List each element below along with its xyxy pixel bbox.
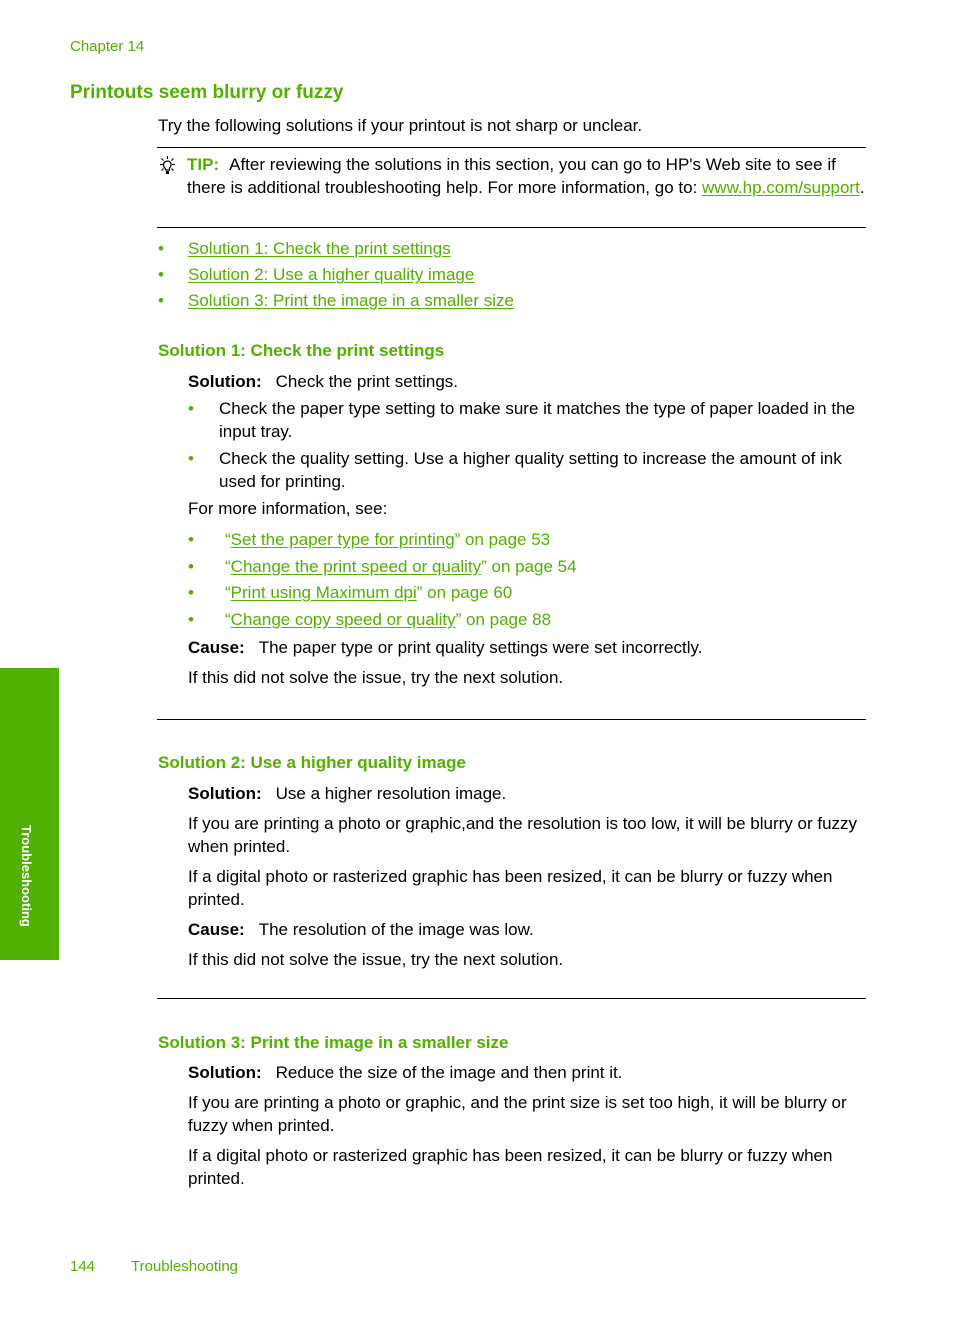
cause-text: The paper type or print quality settings… — [258, 638, 703, 657]
cause-text: The resolution of the image was low. — [258, 920, 534, 939]
solution-2-body: Solution: Use a higher resolution image. … — [188, 782, 868, 971]
hp-support-link[interactable]: www.hp.com/support — [702, 178, 860, 197]
list-item-text: Check the quality setting. Use a higher … — [219, 449, 842, 491]
chapter-header: Chapter 14 — [70, 38, 145, 55]
more-info-text: For more information, see: — [188, 499, 388, 518]
tip-box: TIP: After reviewing the solutions in thi… — [157, 153, 866, 199]
paragraph: If a digital photo or rasterized graphic… — [188, 1146, 833, 1188]
bullet-icon: • — [188, 449, 194, 468]
paragraph: If a digital photo or rasterized graphic… — [188, 867, 833, 909]
footer-section: Troubleshooting — [131, 1258, 239, 1275]
solution-label: Solution: — [188, 784, 262, 803]
intro-text: Try the following solutions if your prin… — [158, 116, 643, 135]
ref-link-print-speed[interactable]: Change the print speed or quality — [231, 557, 481, 576]
lightbulb-icon — [160, 156, 175, 174]
solution-label: Solution: — [188, 372, 262, 391]
bullet-icon: • — [158, 291, 164, 310]
ref-link-paper-type[interactable]: Set the paper type for printing — [231, 530, 455, 549]
solution-text: Check the print settings. — [275, 372, 459, 391]
toc-item: • Solution 1: Check the print settings — [158, 236, 514, 262]
solution-text: Use a higher resolution image. — [275, 784, 507, 803]
reference-item: • “Change the print speed or quality” on … — [188, 554, 868, 581]
section-side-tab: Troubleshooting — [0, 668, 59, 960]
toc-link-solution-2[interactable]: Solution 2: Use a higher quality image — [188, 265, 474, 284]
tip-label: TIP: — [187, 155, 220, 174]
divider — [157, 227, 866, 228]
solution-1-body: Solution: Check the print settings. • Chec… — [188, 370, 868, 689]
toc-link-solution-1[interactable]: Solution 1: Check the print settings — [188, 239, 451, 258]
ref-page: ” on page 54 — [481, 556, 577, 576]
cause-label: Cause: — [188, 638, 245, 657]
bullet-icon: • — [158, 265, 164, 284]
solutions-toc: • Solution 1: Check the print settings • S… — [158, 236, 514, 314]
tip-trailing: . — [859, 178, 865, 197]
list-item: • Check the quality setting. Use a higher… — [188, 447, 868, 493]
reference-list: • “Set the paper type for printing” on pa… — [188, 527, 868, 633]
solution-1-bullets: • Check the paper type setting to make su… — [188, 397, 868, 493]
bullet-icon: • — [188, 556, 194, 576]
page-number: 144 — [70, 1258, 96, 1275]
reference-item: • “Set the paper type for printing” on pa… — [188, 527, 868, 554]
solution-label: Solution: — [188, 1063, 262, 1082]
side-tab-label: Troubleshooting — [19, 825, 34, 927]
solution-2-heading: Solution 2: Use a higher quality image — [158, 753, 466, 772]
list-item: • Check the paper type setting to make su… — [188, 397, 868, 443]
bullet-icon: • — [188, 530, 194, 549]
bullet-icon: • — [188, 399, 194, 418]
reference-item: • “Print using Maximum dpi” on page 60 — [188, 580, 868, 607]
paragraph: If you are printing a photo or graphic,a… — [188, 814, 858, 856]
ref-page: ” on page 88 — [455, 609, 552, 629]
solution-1-heading: Solution 1: Check the print settings — [158, 341, 445, 360]
page-title: Printouts seem blurry or fuzzy — [70, 82, 344, 103]
cause-label: Cause: — [188, 920, 245, 939]
solution-3-heading: Solution 3: Print the image in a smaller… — [158, 1033, 509, 1052]
ref-page: ” on page 53 — [454, 530, 551, 549]
next-solution-text: If this did not solve the issue, try the… — [188, 950, 564, 969]
list-item-text: Check the paper type setting to make sur… — [219, 399, 855, 441]
next-solution-text: If this did not solve the issue, try the… — [188, 668, 564, 687]
divider — [157, 147, 866, 148]
solution-3-body: Solution: Reduce the size of the image an… — [188, 1061, 868, 1190]
ref-page: ” on page 60 — [416, 583, 513, 602]
reference-item: • “Change copy speed or quality” on page … — [188, 607, 868, 634]
ref-link-max-dpi[interactable]: Print using Maximum dpi — [231, 583, 417, 602]
divider — [157, 719, 866, 720]
paragraph: If you are printing a photo or graphic, … — [188, 1093, 847, 1135]
toc-link-solution-3[interactable]: Solution 3: Print the image in a smaller… — [188, 291, 514, 310]
bullet-icon: • — [188, 583, 194, 602]
bullet-icon: • — [158, 239, 164, 258]
ref-link-copy-speed[interactable]: Change copy speed or quality — [231, 610, 456, 629]
toc-item: • Solution 3: Print the image in a smalle… — [158, 288, 514, 314]
bullet-icon: • — [188, 609, 194, 629]
divider — [157, 998, 866, 999]
toc-item: • Solution 2: Use a higher quality image — [158, 262, 514, 288]
solution-text: Reduce the size of the image and then pr… — [275, 1063, 623, 1082]
